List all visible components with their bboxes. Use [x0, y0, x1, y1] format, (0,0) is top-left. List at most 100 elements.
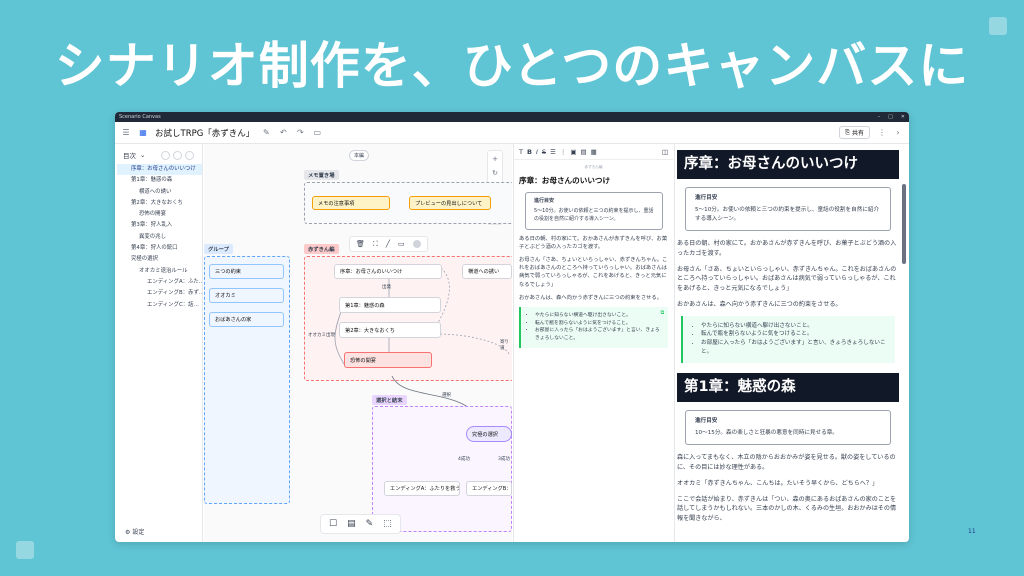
- preview-heading: 第1章：魅惑の森: [677, 373, 899, 403]
- editor-paragraph: お母さん「さあ、ちょいといらっしゃい、赤ずきんちゃん。これをおばあさんのところへ…: [519, 256, 668, 288]
- toc-item[interactable]: エンディングB：赤ず…: [117, 288, 202, 299]
- canvas-node[interactable]: 第2章：大きなおくち: [339, 322, 441, 338]
- toc-list: 序章：お母さんのいいつけ 第1章：魅惑の森 横道への誘い 第2章：大きなおくち …: [115, 164, 202, 311]
- redo-icon[interactable]: ↷: [295, 128, 305, 138]
- canvas-node[interactable]: オオカミ: [209, 288, 284, 303]
- undo-icon[interactable]: ↶: [278, 128, 288, 138]
- edge-label: 寄り道: [500, 340, 509, 351]
- canvas-node[interactable]: 第1章：魅惑の森: [339, 297, 441, 313]
- bold-icon[interactable]: B: [527, 148, 532, 156]
- rect-icon[interactable]: ▭: [398, 240, 405, 248]
- toc-item[interactable]: 序章：お母さんのいいつけ: [117, 164, 202, 176]
- toc-action-1-icon[interactable]: [161, 150, 170, 160]
- toc-item[interactable]: エンディングC：話…: [117, 300, 202, 311]
- preview-paragraph: 森に入ってまもなく、木立の陰からおおかみが姿を見せる。獣の姿をしているのに、その…: [677, 454, 896, 472]
- delete-icon[interactable]: 🗑: [356, 240, 365, 248]
- preview-paragraph: オオカミ「赤ずきんちゃん、こんちは。たいそう早くから、どちらへ？」: [677, 479, 879, 487]
- canvas-node[interactable]: 横道への誘い: [462, 264, 512, 279]
- toc-item[interactable]: 第1章：魅惑の森: [117, 175, 202, 186]
- toc-item[interactable]: 究極の選択: [117, 254, 202, 265]
- memo-note[interactable]: メモの注意事項: [312, 196, 390, 210]
- toc-heading: 目次: [123, 152, 136, 160]
- window-controls: – □ ✕: [878, 114, 905, 120]
- headline: シナリオ制作を、ひとつのキャンバスに: [54, 37, 970, 95]
- toc-item[interactable]: 第2章：大きなおくち: [117, 198, 202, 209]
- canvas-node[interactable]: 序章：お母さんのいいつけ: [334, 264, 442, 279]
- canvas-area[interactable]: 本編 + ↻ ⤧ − ? メモ置き場 メモの注意事項 プレビューの見出しについて…: [204, 144, 512, 542]
- toc-header: 目次 ⌄: [115, 144, 202, 164]
- app-toolbar: ☰ ▦ お試しTRPG「赤ずきん」 ✎ ↶ ↷ ▭ ⎘ 共有 ⋮ ›: [115, 122, 909, 144]
- chevron-down-icon[interactable]: ⌄: [140, 151, 145, 159]
- copy-icon[interactable]: ⧉: [661, 310, 664, 318]
- canvas-node[interactable]: 究極の選択: [466, 426, 512, 442]
- close-icon[interactable]: ✕: [901, 114, 905, 120]
- preview-paragraph: ある日の朝、村の家にて。おかあさんが赤ずきんを呼び、お菓子とぶどう酒の入ったカゴ…: [677, 240, 897, 257]
- rotate-icon[interactable]: ↻: [492, 169, 498, 177]
- document-tool-icon[interactable]: ▤: [347, 519, 356, 529]
- color-icon[interactable]: [412, 240, 421, 248]
- group-memo-label: メモ置き場: [304, 170, 339, 180]
- edit-title-icon[interactable]: ✎: [261, 128, 271, 138]
- select-icon[interactable]: ⛶: [373, 240, 378, 249]
- box-icon[interactable]: ▣: [570, 148, 576, 156]
- more-icon[interactable]: ⋮: [877, 128, 887, 138]
- comment-icon[interactable]: ▭: [312, 128, 322, 138]
- preview-box-text: 5〜10分。お使いの依頼と三つの約束を提示し、童話の役割を自然に紹介する導入シー…: [695, 207, 880, 223]
- chevron-right-icon[interactable]: ›: [893, 128, 903, 138]
- preview-heading: 序章：お母さんのいいつけ: [677, 150, 899, 180]
- toc-item[interactable]: 横道への誘い: [117, 187, 202, 198]
- editor-box-text: 5〜10分。お使いの依頼と三つの約束を提示し、重話の役割を自然に紹介する導入シー…: [534, 208, 654, 222]
- editor-box-title: 進行目安: [534, 198, 555, 205]
- toc-item[interactable]: エンディングA：ふた…: [117, 277, 202, 288]
- canvas-node[interactable]: 恐怖の開宴: [344, 352, 432, 368]
- canvas-node[interactable]: エンディングB：赤ず: [466, 481, 512, 496]
- toc-item[interactable]: オオカミ退治ルール: [117, 266, 202, 277]
- canvas-node[interactable]: 三つの約束: [209, 264, 284, 279]
- toc-action-3-icon[interactable]: [185, 150, 194, 160]
- gear-icon: ⚙: [125, 529, 131, 536]
- menu-icon[interactable]: ☰: [121, 128, 131, 138]
- callout-item: 転んで瓶を割らないように気をつけること。: [535, 320, 663, 328]
- callout-item: 転んで瓶を割らないように気をつけること。: [701, 330, 889, 339]
- editor-paragraph: ある日の朝、村の家にて。おかあさんが赤ずきんを呼び、お菓子とぶどう酒の入ったカゴ…: [519, 235, 668, 250]
- strikethrough-icon[interactable]: S: [542, 148, 546, 156]
- settings-link[interactable]: ⚙ 設定: [125, 527, 144, 536]
- maximize-icon[interactable]: □: [888, 114, 893, 120]
- document-title[interactable]: お試しTRPG「赤ずきん」: [155, 127, 254, 139]
- canvas-node[interactable]: エンディングA：ふたりを救う: [384, 481, 460, 496]
- zoom-in-icon[interactable]: +: [492, 155, 498, 163]
- italic-icon[interactable]: I: [536, 148, 538, 156]
- editor-body[interactable]: 赤ずきん編 序章：お母さんのいいつけ 進行目安 5〜10分。お使いの依頼と三つの…: [514, 165, 673, 348]
- toc-item[interactable]: 第4章：狩人の銃口: [117, 243, 202, 254]
- title-bar: Scenario Canvas – □ ✕: [115, 112, 909, 122]
- note-tool-icon[interactable]: ✎: [366, 519, 374, 529]
- share-button[interactable]: ⎘ 共有: [839, 126, 870, 139]
- callout-icon[interactable]: ▤: [581, 148, 587, 156]
- edge-label: 選択: [442, 393, 451, 398]
- line-icon[interactable]: ╱: [386, 240, 390, 248]
- toc-item[interactable]: 第3章：狩人乱入: [117, 220, 202, 231]
- list-icon[interactable]: ☰: [550, 148, 556, 156]
- group-choice-label: 選択と結末: [372, 395, 407, 405]
- page-number: 11: [968, 528, 976, 535]
- group-tool-icon[interactable]: ⬚: [383, 519, 392, 529]
- toc-sidebar: 目次 ⌄ 序章：お母さんのいいつけ 第1章：魅惑の森 横道への誘い 第2章：大き…: [115, 144, 203, 542]
- heading-icon[interactable]: T: [519, 148, 523, 156]
- preview-box-text: 10〜15分。森の楽しさと狂暴の悪意を同時に見せる章。: [695, 430, 838, 437]
- memo-note[interactable]: プレビューの見出しについて: [409, 196, 491, 210]
- canvas-view-label[interactable]: 本編: [349, 150, 370, 161]
- preview-scrollbar[interactable]: [902, 184, 906, 264]
- preview-pane: 序章：お母さんのいいつけ 進行目安 5〜10分。お使いの依頼と三つの約束を提示し…: [674, 144, 909, 542]
- toc-item[interactable]: 異変の兆し: [117, 232, 202, 243]
- minimize-icon[interactable]: –: [878, 114, 881, 120]
- canvas-node[interactable]: おばあさんの家: [209, 312, 284, 327]
- group-left-label: グループ: [204, 244, 233, 254]
- toc-action-2-icon[interactable]: [173, 150, 182, 160]
- ordered-list-icon[interactable]: ⋮: [560, 148, 567, 156]
- square-tool-icon[interactable]: ☐: [329, 519, 337, 529]
- node-floating-toolbar: 🗑 ⛶ ╱ ▭: [349, 236, 428, 252]
- toc-item[interactable]: 恐怖の開宴: [117, 209, 202, 220]
- toggle-preview-icon[interactable]: ◫: [662, 148, 668, 156]
- table-icon[interactable]: ▦: [591, 148, 597, 156]
- preview-body: 序章：お母さんのいいつけ 進行目安 5〜10分。お使いの依頼と三つの約束を提示し…: [675, 144, 909, 524]
